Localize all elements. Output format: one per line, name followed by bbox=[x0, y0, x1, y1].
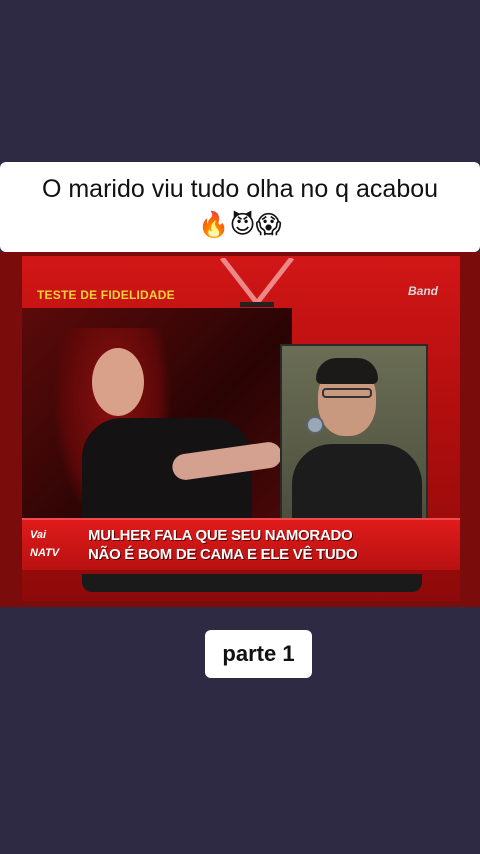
headline-line1: MULHER FALA QUE SEU NAMORADO bbox=[88, 527, 353, 544]
man-body bbox=[292, 444, 422, 518]
glasses bbox=[322, 388, 372, 398]
program-logo-line1: Vai bbox=[30, 529, 47, 541]
video-title: O marido viu tudo olha no q acabou 🔥😈😱 bbox=[41, 175, 439, 239]
man-hair bbox=[316, 358, 378, 384]
headline-line2: NÃO É BOM DE CAMA E ELE VÊ TUDO bbox=[88, 546, 358, 563]
woman-face bbox=[92, 348, 144, 416]
microphone-icon bbox=[306, 416, 324, 434]
channel-logo: Band bbox=[408, 284, 438, 298]
program-logo-line2: NATV bbox=[30, 547, 60, 559]
part-label: parte 1 bbox=[205, 630, 312, 678]
show-title: TESTE DE FIDELIDADE bbox=[37, 288, 175, 302]
ticker-bar bbox=[82, 574, 422, 592]
video-frame: TESTE DE FIDELIDADE Band Vai NATV MULHER… bbox=[22, 256, 460, 601]
video-title-card: O marido viu tudo olha no q acabou 🔥😈😱 bbox=[0, 162, 480, 252]
headline: MULHER FALA QUE SEU NAMORADO NÃO É BOM D… bbox=[88, 526, 358, 564]
v-logo-icon bbox=[220, 258, 294, 308]
video-player[interactable]: TESTE DE FIDELIDADE Band Vai NATV MULHER… bbox=[0, 252, 480, 607]
program-logo: Vai NATV bbox=[30, 526, 84, 566]
lower-third: Vai NATV MULHER FALA QUE SEU NAMORADO NÃ… bbox=[22, 518, 460, 570]
woman-scene bbox=[22, 308, 292, 520]
man-scene bbox=[280, 344, 428, 520]
